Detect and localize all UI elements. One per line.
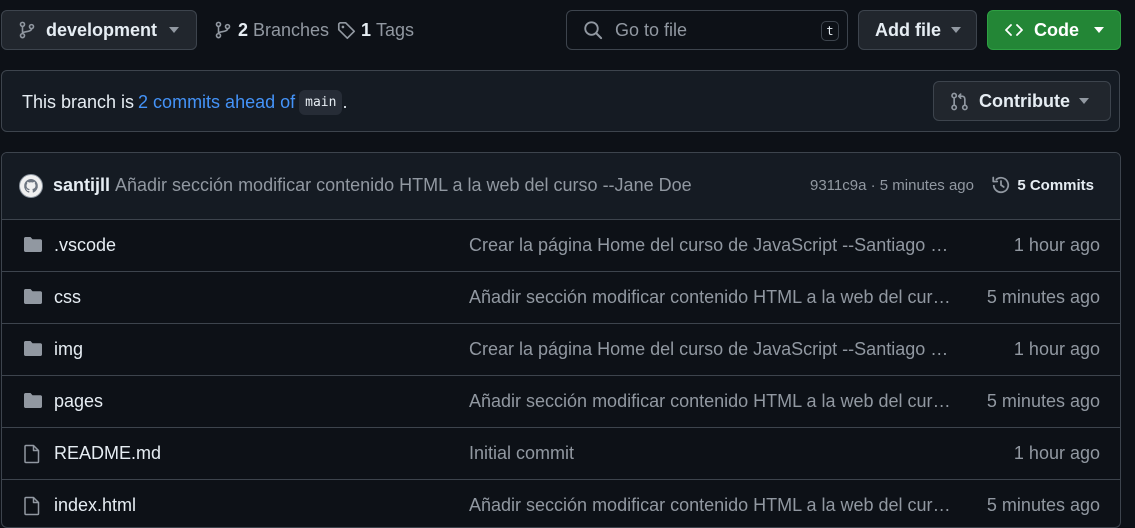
chevron-down-icon	[1094, 27, 1104, 33]
folder-icon	[23, 340, 43, 362]
tags-count: 1	[361, 19, 372, 40]
tag-icon	[337, 21, 356, 39]
contribute-button[interactable]: Contribute	[933, 81, 1111, 121]
file-commit-age: 1 hour ago	[1013, 235, 1100, 255]
latest-commit-bar: santijll Añadir sección modificar conten…	[2, 153, 1120, 220]
file-row[interactable]: README.md Initial commit 1 hour ago	[2, 428, 1120, 480]
git-branch-icon	[215, 21, 231, 39]
folder-icon	[23, 236, 43, 258]
add-file-label: Add file	[875, 19, 941, 40]
file-commit-age: 5 minutes ago	[986, 495, 1100, 515]
pull-request-icon	[951, 92, 968, 110]
history-icon	[992, 176, 1010, 194]
branches-label: Branches	[253, 19, 330, 40]
file-browser: santijll Añadir sección modificar conten…	[1, 152, 1121, 528]
git-branch-icon	[19, 21, 35, 39]
file-row[interactable]: pages Añadir sección modificar contenido …	[2, 376, 1120, 428]
code-button[interactable]: Code	[987, 10, 1121, 50]
branch-ahead-suffix: .	[342, 92, 348, 112]
base-branch-badge: main	[299, 90, 343, 115]
file-name-link[interactable]: img	[54, 339, 83, 360]
keyboard-shortcut-hint: t	[821, 21, 839, 41]
commit-meta[interactable]: 9311c9a · 5 minutes ago	[810, 177, 974, 194]
branch-ahead-text: This branch is 2 commits ahead of main .	[22, 90, 347, 115]
folder-icon	[23, 392, 43, 414]
commits-count-label: 5 Commits	[1017, 176, 1094, 194]
file-name-link[interactable]: README.md	[54, 443, 161, 464]
file-name-link[interactable]: index.html	[54, 495, 136, 516]
file-icon	[23, 496, 41, 521]
file-list: .vscode Crear la página Home del curso de…	[2, 220, 1120, 527]
file-name-link[interactable]: pages	[54, 391, 103, 412]
branches-link[interactable]: 2 Branches	[214, 10, 329, 50]
search-placeholder: Go to file	[615, 19, 688, 40]
file-commit-message-link[interactable]: Añadir sección modificar contenido HTML …	[469, 495, 953, 516]
github-mark-icon	[24, 179, 38, 193]
commits-history-link[interactable]: 5 Commits	[991, 175, 1094, 195]
file-commit-message-link[interactable]: Initial commit	[469, 443, 953, 464]
chevron-down-icon	[951, 27, 961, 33]
search-icon	[584, 21, 603, 40]
file-row[interactable]: css Añadir sección modificar contenido HT…	[2, 272, 1120, 324]
file-row[interactable]: img Crear la página Home del curso de Jav…	[2, 324, 1120, 376]
branch-ahead-banner: This branch is 2 commits ahead of main .…	[1, 70, 1120, 132]
branch-name: development	[46, 19, 158, 40]
go-to-file-input[interactable]: Go to file t	[566, 10, 848, 50]
commit-author[interactable]: santijll	[53, 175, 110, 196]
tags-link[interactable]: 1 Tags	[337, 10, 414, 50]
file-commit-age: 1 hour ago	[1013, 339, 1100, 359]
tags-label: Tags	[376, 19, 415, 40]
commit-message[interactable]: Añadir sección modificar contenido HTML …	[115, 175, 692, 196]
avatar[interactable]	[19, 174, 43, 198]
file-commit-message-link[interactable]: Añadir sección modificar contenido HTML …	[469, 287, 953, 308]
branch-ahead-prefix: This branch is	[22, 92, 135, 112]
chevron-down-icon	[1079, 98, 1089, 104]
folder-icon	[23, 288, 43, 310]
file-row[interactable]: index.html Añadir sección modificar conte…	[2, 480, 1120, 527]
contribute-label: Contribute	[979, 90, 1070, 111]
file-commit-age: 5 minutes ago	[986, 287, 1100, 307]
file-row[interactable]: .vscode Crear la página Home del curso de…	[2, 220, 1120, 272]
code-label: Code	[1034, 19, 1079, 40]
commits-ahead-link[interactable]: 2 commits ahead of	[138, 92, 295, 113]
file-name-link[interactable]: css	[54, 287, 81, 308]
branch-selector-button[interactable]: development	[1, 10, 197, 50]
code-icon	[1005, 24, 1023, 36]
file-commit-message-link[interactable]: Crear la página Home del curso de JavaSc…	[469, 339, 953, 360]
chevron-down-icon	[169, 27, 179, 33]
file-commit-age: 5 minutes ago	[986, 391, 1100, 411]
file-icon	[23, 444, 41, 469]
file-commit-age: 1 hour ago	[1013, 443, 1100, 463]
add-file-button[interactable]: Add file	[858, 10, 977, 50]
file-commit-message-link[interactable]: Crear la página Home del curso de JavaSc…	[469, 235, 953, 256]
file-commit-message-link[interactable]: Añadir sección modificar contenido HTML …	[469, 391, 953, 412]
file-name-link[interactable]: .vscode	[54, 235, 116, 256]
branches-count: 2	[238, 19, 249, 40]
